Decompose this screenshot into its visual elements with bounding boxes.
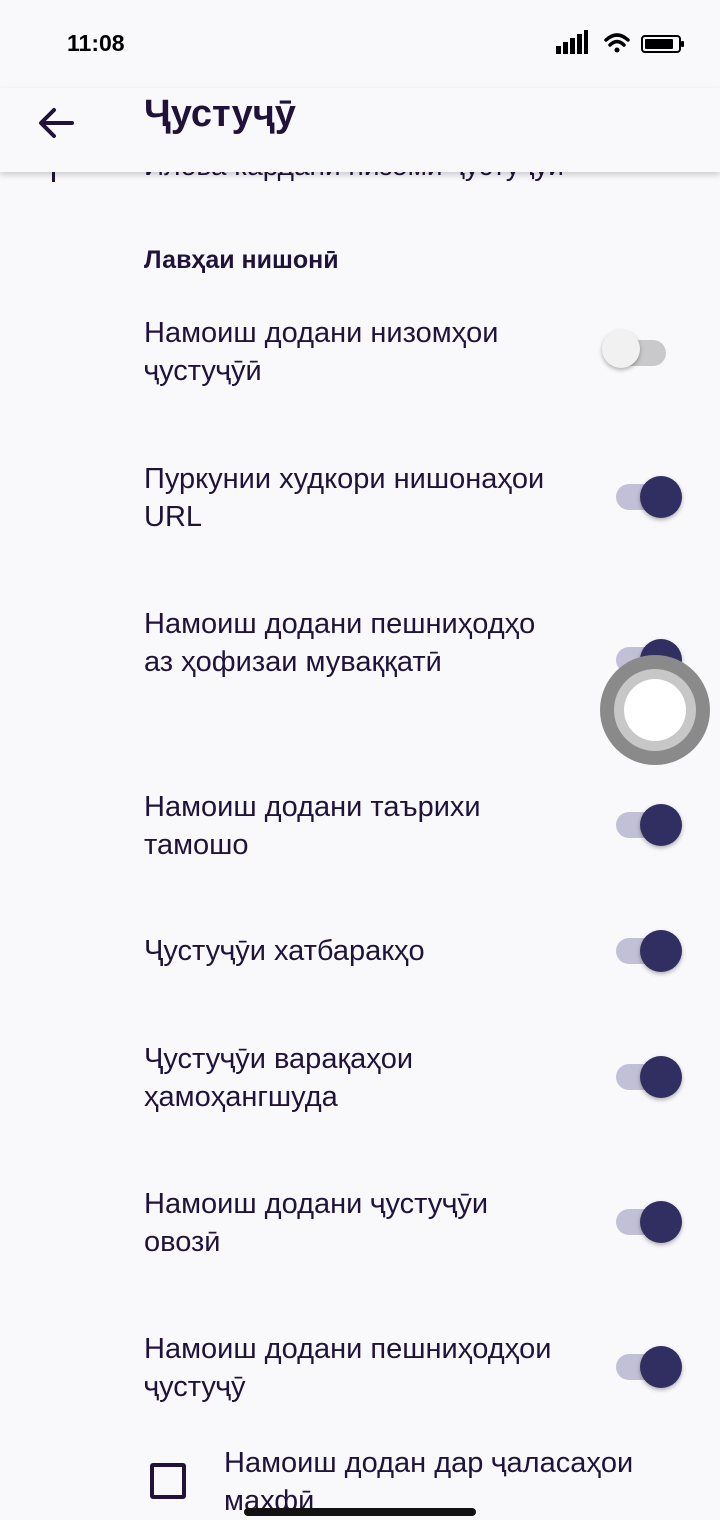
page-title: Ҷустуҷӯ — [144, 93, 296, 135]
touch-indicator — [600, 655, 710, 765]
setting-row-autocomplete-urls[interactable]: Пуркунии худкори нишонаҳои URL — [0, 460, 720, 550]
setting-label: Намоиш додани пешниҳодҳо аз ҳофизаи мува… — [144, 608, 536, 678]
back-button[interactable] — [30, 96, 82, 148]
setting-row-voice-search[interactable]: Намоиш додани ҷустуҷӯи овозӣ — [0, 1185, 720, 1275]
status-bar: 11:08 — [0, 0, 720, 88]
back-arrow-icon — [39, 108, 74, 138]
toggle-switch[interactable] — [600, 1342, 684, 1390]
setting-label: Намоиш додани пешниҳодҳои ҷустуҷӯ — [144, 1333, 552, 1403]
setting-label: Намоиш додани низомҳои ҷустуҷӯӣ — [144, 317, 499, 387]
setting-row-search-synced-tabs[interactable]: Ҷустуҷӯи варақаҳои ҳамоҳангшуда — [0, 1040, 720, 1130]
toggle-switch[interactable] — [600, 328, 684, 376]
setting-label: Ҷустуҷӯи варақаҳои ҳамоҳангшуда — [144, 1043, 414, 1113]
toggle-switch[interactable] — [600, 1197, 684, 1245]
status-icons — [556, 30, 696, 58]
toggle-switch[interactable] — [600, 472, 684, 520]
toggle-switch[interactable] — [600, 926, 684, 974]
signal-icon — [556, 30, 588, 54]
switch-thumb — [640, 476, 682, 518]
switch-thumb — [640, 1201, 682, 1243]
status-time: 11:08 — [67, 30, 125, 56]
switch-thumb — [640, 1346, 682, 1388]
setting-row-search-suggestions[interactable]: Намоиш додани пешниҳодҳои ҷустуҷӯ — [0, 1330, 720, 1420]
toggle-switch[interactable] — [600, 1052, 684, 1100]
switch-thumb — [640, 930, 682, 972]
switch-thumb — [640, 804, 682, 846]
settings-list[interactable]: Илова кардани низоми ҷустуҷӯи Лавҳаи ниш… — [0, 0, 720, 1520]
toggle-switch[interactable] — [600, 800, 684, 848]
setting-row-browsing-history[interactable]: Намоиш додани таърихи тамошо — [0, 788, 720, 878]
home-indicator[interactable] — [244, 1508, 476, 1516]
switch-thumb — [602, 330, 640, 368]
setting-label: Ҷустуҷӯи хатбаракҳо — [144, 935, 425, 967]
section-header: Лавҳаи нишонӣ — [144, 246, 339, 274]
setting-label: Намоиш додани таърихи тамошо — [144, 791, 481, 861]
app-bar: Ҷустуҷӯ — [0, 88, 720, 172]
setting-row-search-bookmarks[interactable]: Ҷустуҷӯи хатбаракҳо — [0, 930, 720, 992]
setting-label: Пуркунии худкори нишонаҳои URL — [144, 463, 545, 533]
private-sessions-checkbox[interactable] — [150, 1463, 186, 1499]
switch-thumb — [640, 1056, 682, 1098]
setting-row-show-search-engines[interactable]: Намоиш додани низомҳои ҷустуҷӯӣ — [0, 314, 720, 404]
battery-icon — [641, 35, 684, 53]
wifi-icon — [604, 33, 630, 53]
setting-label: Намоиш додани ҷустуҷӯи овозӣ — [144, 1188, 489, 1258]
